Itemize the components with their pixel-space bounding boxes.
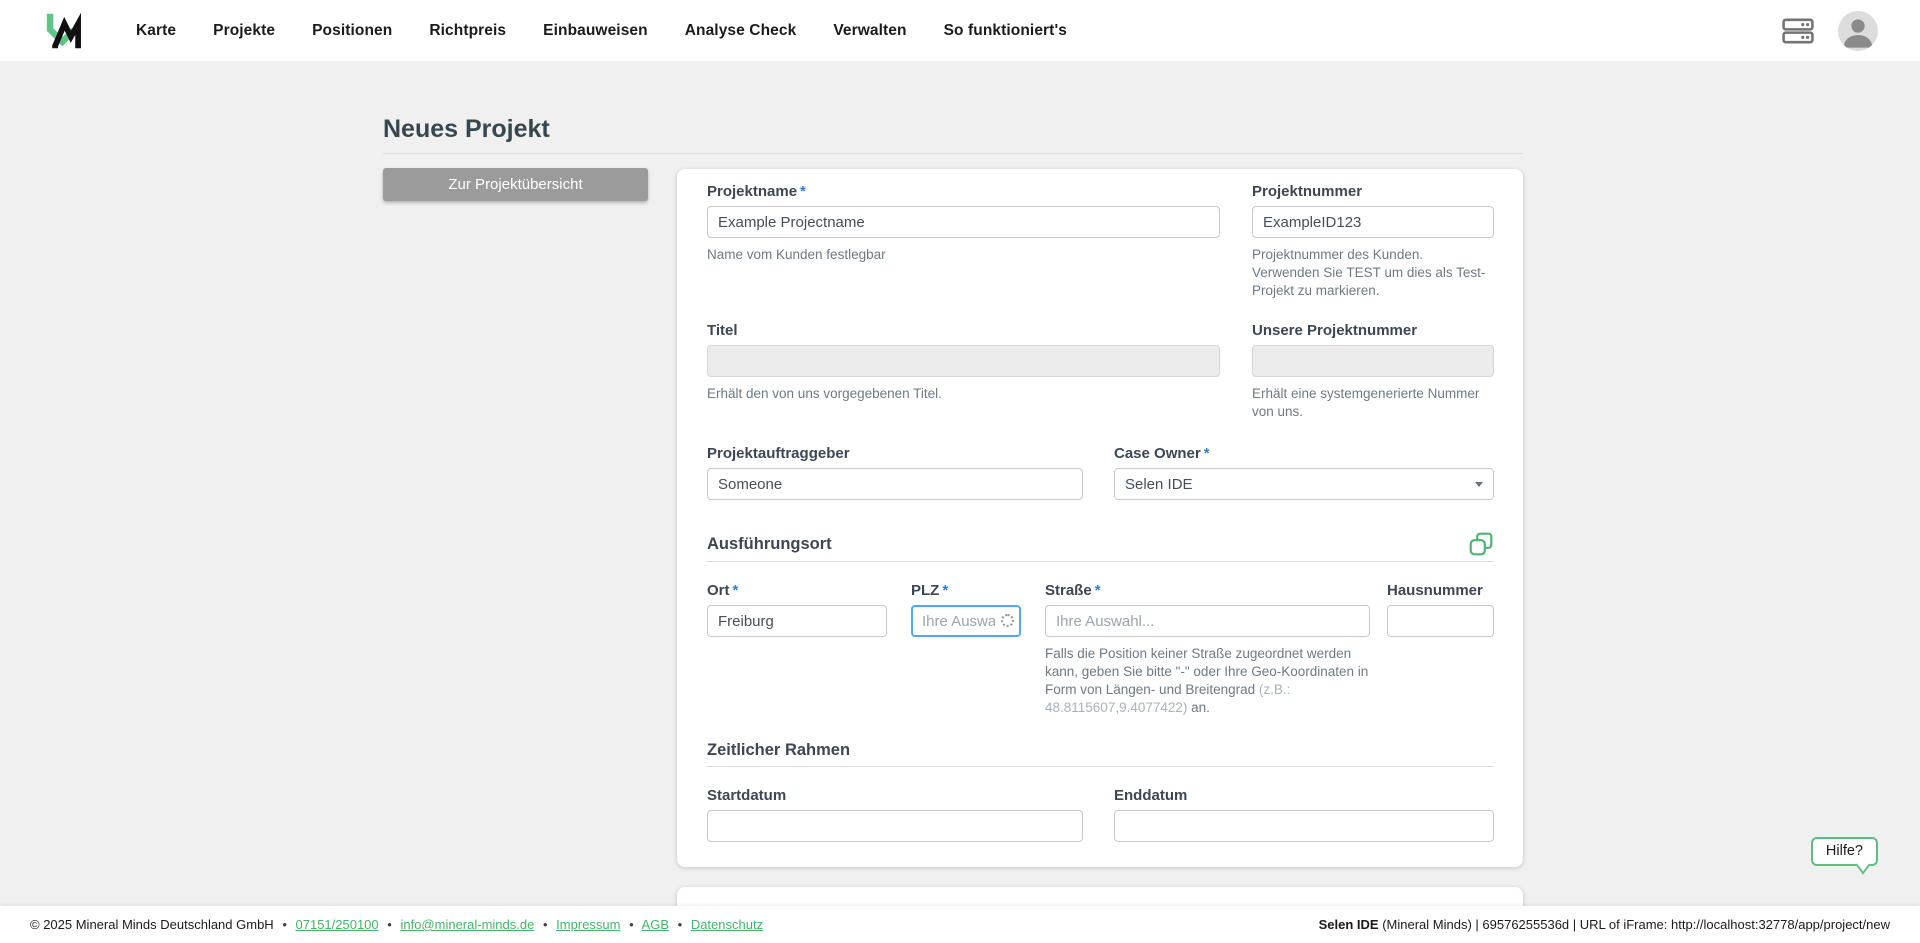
projektname-label: Projektname * — [707, 183, 806, 200]
projektauftraggeber-label: Projektauftraggeber — [707, 445, 850, 462]
footer-link-agb[interactable]: AGB — [642, 917, 669, 932]
chevron-down-icon — [1475, 481, 1483, 487]
projektnummer-input[interactable] — [1252, 206, 1494, 238]
nav-item-richtpreis[interactable]: Richtpreis — [429, 22, 506, 40]
separator: • — [629, 917, 634, 932]
section-ausfuehrungsort-title: Ausführungsort — [707, 535, 832, 553]
plz-label: PLZ * — [911, 582, 949, 599]
new-project-form-card: Projektname* Name vom Kunden festlegbar … — [677, 169, 1523, 867]
footer-left: © 2025 Mineral Minds Deutschland GmbH • … — [30, 917, 763, 932]
separator: • — [387, 917, 392, 932]
projektauftraggeber-input[interactable] — [707, 468, 1083, 500]
mineral-minds-logo-icon[interactable] — [40, 8, 86, 54]
footer-link-impressum[interactable]: Impressum — [556, 917, 620, 932]
unsere-projektnummer-label: Unsere Projektnummer — [1252, 322, 1418, 339]
nav-item-einbauweisen[interactable]: Einbauweisen — [543, 22, 648, 40]
startdatum-label: Startdatum — [707, 787, 787, 804]
nav-item-so-funktionierts[interactable]: So funktioniert's — [944, 22, 1067, 40]
nav-item-karte[interactable]: Karte — [136, 22, 176, 40]
projektname-hint: Name vom Kunden festlegbar — [707, 247, 886, 262]
required-marker: * — [800, 183, 806, 200]
footer-link-datenschutz[interactable]: Datenschutz — [691, 917, 763, 932]
titel-hint: Erhält den von uns vorgegebenen Titel. — [707, 386, 942, 401]
unsere-projektnummer-hint: Erhält eine systemgenerierte Nummer von … — [1252, 386, 1480, 419]
section-divider — [707, 766, 1493, 767]
case-owner-label: Case Owner * — [1114, 445, 1210, 462]
nav-item-analyse-check[interactable]: Analyse Check — [685, 22, 797, 40]
nav-item-positionen[interactable]: Positionen — [312, 22, 392, 40]
footer-session-info: Selen IDE (Mineral Minds) | 69576255536d… — [1319, 917, 1890, 932]
navbar-right-actions — [1782, 10, 1878, 51]
startdatum-input[interactable] — [707, 810, 1083, 842]
app-window: Karte Projekte Positionen Richtpreis Ein… — [0, 0, 1920, 943]
footer-link-phone[interactable]: 07151/250100 — [296, 917, 379, 932]
enddatum-label: Enddatum — [1114, 787, 1188, 804]
copyright-text: © 2025 Mineral Minds Deutschland GmbH — [30, 917, 274, 932]
separator: • — [542, 917, 548, 932]
separator: • — [282, 917, 287, 932]
required-marker: * — [1094, 582, 1101, 599]
nav-item-projekte[interactable]: Projekte — [213, 22, 275, 40]
server-icon[interactable] — [1782, 17, 1816, 45]
title-divider — [383, 153, 1523, 154]
user-avatar-icon[interactable] — [1838, 10, 1878, 51]
session-details: (Mineral Minds) | 69576255536d | URL of … — [1378, 917, 1890, 932]
nav-item-verwalten[interactable]: Verwalten — [833, 22, 906, 40]
required-marker: * — [1203, 445, 1210, 462]
strasse-label: Straße * — [1045, 582, 1101, 599]
page-title: Neues Projekt — [383, 115, 550, 143]
projektnummer-hint: Projektnummer des Kunden. Verwenden Sie … — [1252, 247, 1486, 298]
page-footer: © 2025 Mineral Minds Deutschland GmbH • … — [0, 906, 1920, 943]
required-marker: * — [732, 582, 739, 599]
titel-label: Titel — [707, 322, 738, 339]
strasse-input[interactable] — [1045, 605, 1370, 637]
copy-location-icon[interactable] — [1468, 531, 1494, 557]
ort-input[interactable] — [707, 605, 887, 637]
main-navigation: Karte Projekte Positionen Richtpreis Ein… — [136, 22, 1067, 40]
hausnummer-label: Hausnummer — [1387, 582, 1483, 599]
help-button[interactable]: Hilfe? — [1810, 837, 1878, 866]
back-to-project-overview-button[interactable]: Zur Projektübersicht — [383, 168, 648, 201]
projektname-input[interactable] — [707, 206, 1220, 238]
case-owner-select[interactable]: Selen IDE — [1114, 468, 1494, 500]
unsere-projektnummer-input — [1252, 345, 1494, 377]
projektnummer-label: Projektnummer — [1252, 183, 1363, 200]
titel-input — [707, 345, 1220, 377]
ort-label: Ort * — [707, 582, 739, 599]
section-zeitlicher-rahmen-title: Zeitlicher Rahmen — [707, 741, 851, 759]
enddatum-input[interactable] — [1114, 810, 1494, 842]
section-divider — [707, 561, 1493, 562]
top-navbar: Karte Projekte Positionen Richtpreis Ein… — [0, 0, 1920, 61]
footer-link-email[interactable]: info@mineral-minds.de — [400, 917, 534, 932]
strasse-hint: Falls die Position keiner Straße zugeord… — [1045, 646, 1369, 715]
session-user: Selen IDE — [1318, 917, 1379, 932]
case-owner-selected-value: Selen IDE — [1125, 475, 1193, 493]
loading-spinner-icon — [1001, 614, 1014, 627]
separator: • — [677, 917, 683, 932]
hausnummer-input[interactable] — [1387, 605, 1494, 637]
required-marker: * — [942, 582, 949, 599]
